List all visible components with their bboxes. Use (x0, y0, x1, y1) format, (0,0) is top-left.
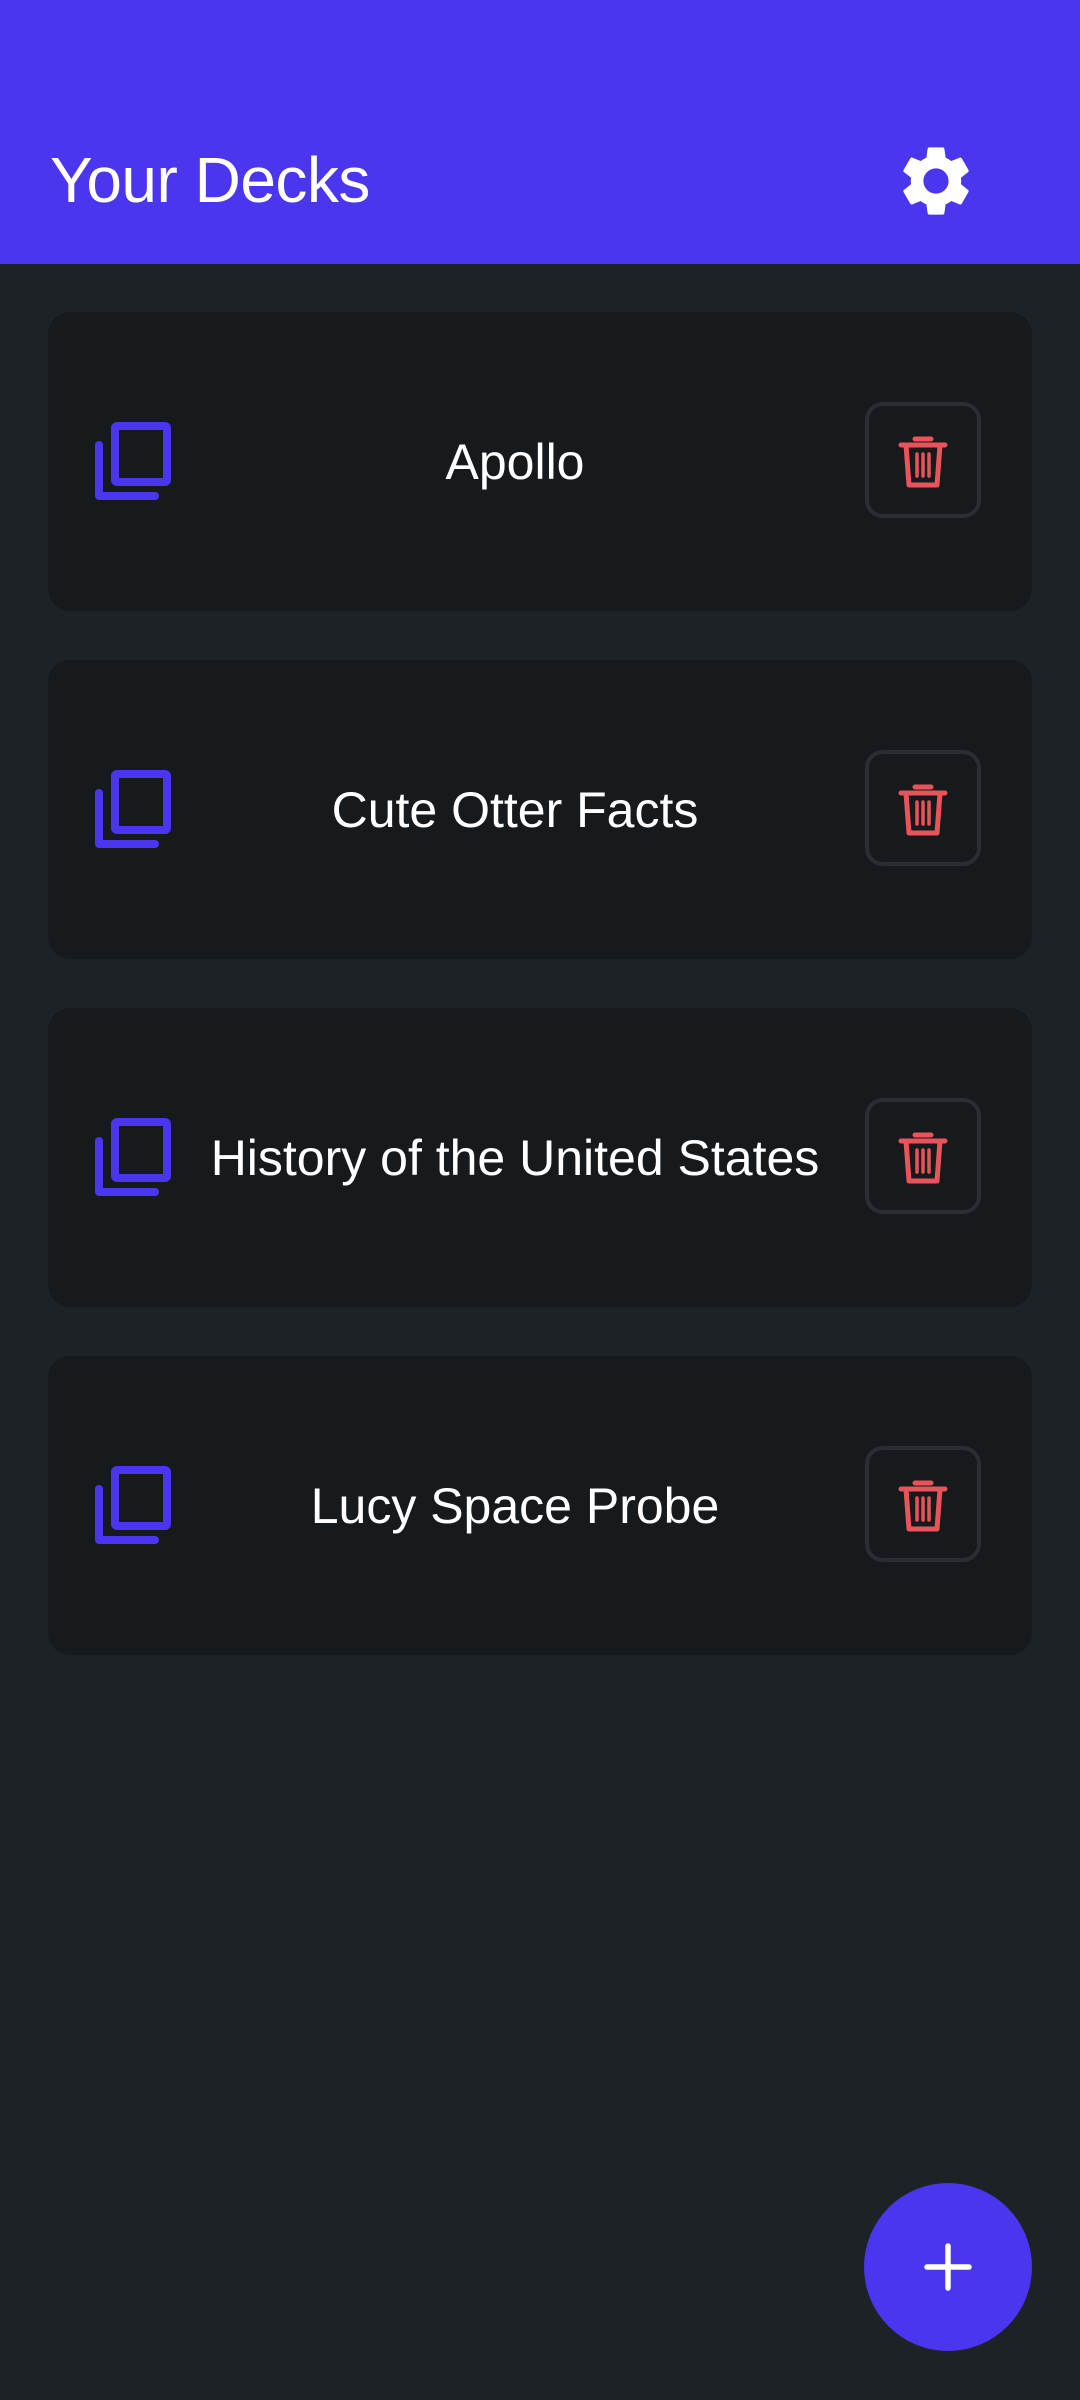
deck-list: Apollo Cute Otter Facts History of the U… (48, 312, 1032, 1704)
deck-card[interactable]: Cute Otter Facts (48, 660, 1032, 959)
app-bar: Your Decks (0, 0, 1080, 264)
copy-icon (95, 422, 171, 500)
settings-button[interactable] (886, 131, 986, 231)
delete-deck-button[interactable] (865, 402, 981, 518)
deck-title: Lucy Space Probe (310, 1478, 720, 1534)
delete-deck-button[interactable] (865, 1098, 981, 1214)
copy-icon (95, 1466, 171, 1544)
deck-card[interactable]: History of the United States (48, 1008, 1032, 1307)
delete-deck-button[interactable] (865, 750, 981, 866)
copy-icon (95, 1118, 171, 1196)
copy-icon (95, 770, 171, 848)
deck-title: Cute Otter Facts (331, 782, 699, 838)
trash-icon (898, 784, 948, 836)
trash-icon (898, 1480, 948, 1532)
trash-icon (898, 436, 948, 488)
plus-icon (924, 2243, 972, 2291)
add-deck-button[interactable] (864, 2183, 1032, 2351)
deck-card[interactable]: Apollo (48, 312, 1032, 611)
gear-icon (903, 147, 969, 215)
deck-card[interactable]: Lucy Space Probe (48, 1356, 1032, 1655)
deck-title: History of the United States (210, 1130, 820, 1186)
deck-title: Apollo (445, 434, 585, 490)
delete-deck-button[interactable] (865, 1446, 981, 1562)
trash-icon (898, 1132, 948, 1184)
page-title: Your Decks (50, 144, 370, 216)
